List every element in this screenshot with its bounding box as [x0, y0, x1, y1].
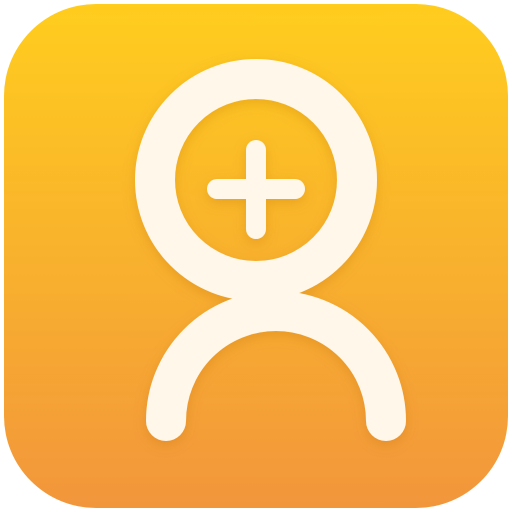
add-user-app-icon[interactable]: [0, 0, 512, 512]
icon-canvas: [0, 0, 512, 512]
add-user-icon: [4, 4, 508, 508]
